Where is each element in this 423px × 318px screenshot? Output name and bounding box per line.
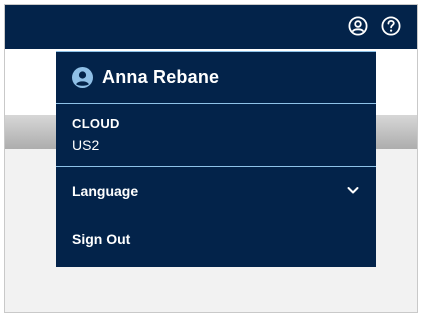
user-profile-row: Anna Rebane xyxy=(56,52,376,104)
chevron-down-icon xyxy=(346,183,360,200)
cloud-info: CLOUD US2 xyxy=(56,104,376,167)
help-circle-icon[interactable] xyxy=(381,16,401,36)
language-label: Language xyxy=(72,183,139,199)
cloud-value: US2 xyxy=(72,137,100,153)
cloud-label: CLOUD xyxy=(72,116,120,131)
user-name: Anna Rebane xyxy=(102,67,220,87)
language-menu-item[interactable]: Language xyxy=(56,167,376,215)
sign-out-menu-item[interactable]: Sign Out xyxy=(56,215,376,263)
user-avatar-icon xyxy=(72,67,93,88)
app-window: Anna Rebane CLOUD US2 Language Sign Out xyxy=(4,4,418,313)
user-dropdown-menu: Anna Rebane CLOUD US2 Language Sign Out xyxy=(56,51,376,267)
user-circle-icon[interactable] xyxy=(348,16,368,36)
top-navigation-bar xyxy=(5,5,417,49)
sign-out-label: Sign Out xyxy=(72,231,131,247)
